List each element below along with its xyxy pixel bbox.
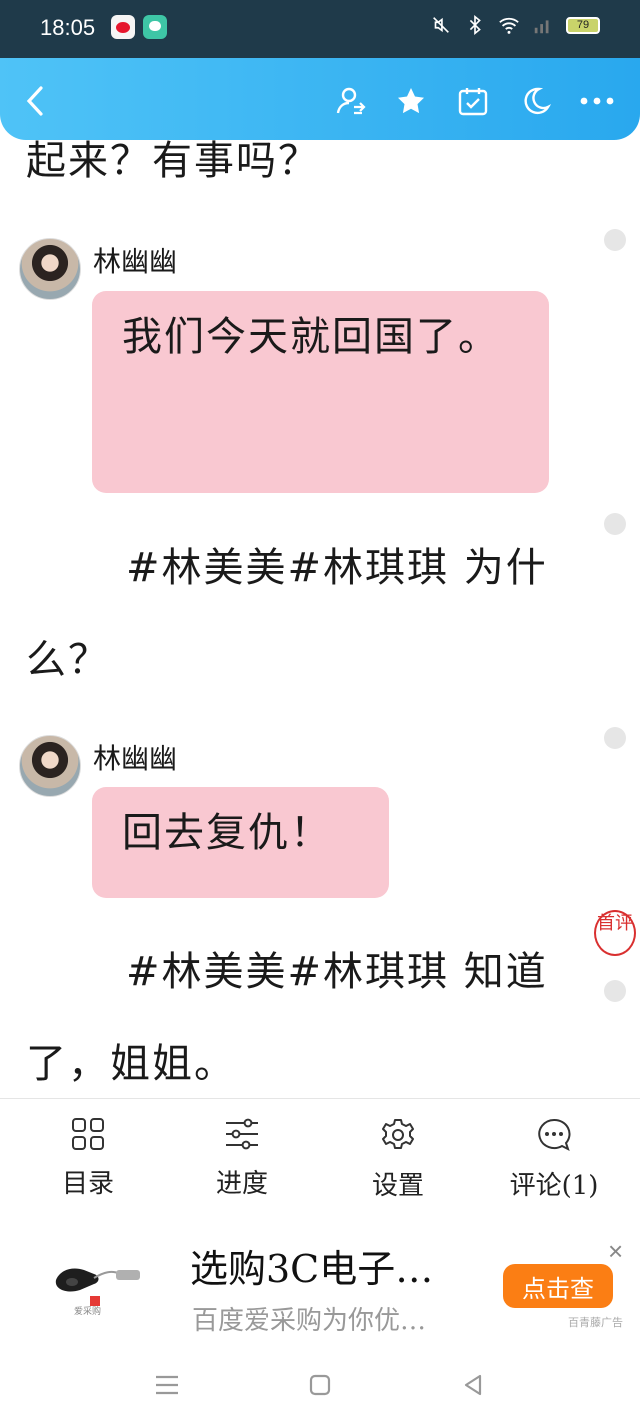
ad-title[interactable]: 选购3C电子…	[190, 1238, 433, 1293]
calendar-check-icon	[458, 88, 488, 116]
night-mode-button[interactable]	[518, 84, 552, 118]
ad-brand-caption: 爱采购	[74, 1306, 102, 1316]
signal-icon	[534, 20, 549, 34]
message-bubble: 我们今天就回国了。	[92, 291, 549, 493]
menu-icon	[156, 1375, 178, 1395]
avatar[interactable]	[19, 735, 81, 797]
moon-icon	[524, 87, 551, 115]
check-in-button[interactable]	[456, 84, 490, 118]
chat-app-icon	[143, 15, 167, 39]
system-navigation-bar	[0, 1348, 640, 1422]
wifi-icon	[499, 17, 519, 34]
ad-banner[interactable]: 爱采购 选购3C电子… 百度爱采购为你优… 点击查 × 百青藤广告	[0, 1218, 640, 1348]
more-icon	[580, 97, 614, 105]
grid-icon	[72, 1118, 104, 1150]
bluetooth-icon	[469, 15, 481, 35]
more-button[interactable]	[580, 84, 614, 118]
paragraph-comment-dot[interactable]	[604, 513, 626, 535]
author-follow-button[interactable]	[334, 84, 368, 118]
paragraph-comment-dot[interactable]	[604, 980, 626, 1002]
weibo-icon	[111, 15, 135, 39]
ad-cta-button[interactable]: 点击查	[503, 1264, 613, 1308]
toolbar-label: 评论(1)	[509, 1171, 599, 1201]
text-line: #林美美#林琪琪 知道了，姐姐。	[26, 949, 548, 1087]
ad-source-label: 百青藤广告	[568, 1316, 623, 1329]
paragraph-comment-dot[interactable]	[604, 229, 626, 251]
first-comment-badge[interactable]: 首评	[594, 910, 636, 956]
toolbar-settings-button[interactable]: 设置	[328, 1117, 468, 1202]
back-icon	[26, 86, 43, 116]
toolbar-catalog-button[interactable]: 目录	[18, 1117, 158, 1200]
battery-indicator: 79	[566, 16, 600, 34]
favorite-button[interactable]	[394, 84, 428, 118]
text-line: #林美美#林琪琪 为什么？	[26, 545, 548, 683]
paragraph-comment-dot[interactable]	[604, 727, 626, 749]
mute-icon	[433, 17, 449, 33]
status-bar: 18:05 79	[0, 0, 640, 58]
reader-toolbar: 目录 进度 设置 评论(1)	[0, 1098, 640, 1218]
toolbar-label: 进度	[215, 1169, 268, 1199]
avatar[interactable]	[19, 238, 81, 300]
status-time: 18:05	[40, 15, 96, 40]
message-bubble: 回去复仇！	[92, 787, 389, 898]
gear-icon	[382, 1119, 414, 1149]
back-nav-button[interactable]	[456, 1368, 490, 1402]
back-button[interactable]	[18, 84, 52, 118]
text-line: 起来？有事吗？	[26, 140, 320, 184]
toolbar-label: 设置	[371, 1171, 424, 1201]
toolbar-label: 目录	[61, 1169, 114, 1199]
sliders-icon	[226, 1118, 258, 1150]
reader-top-bar	[0, 58, 640, 140]
comment-icon	[538, 1118, 571, 1151]
speaker-name: 林幽幽	[93, 742, 178, 775]
speaker-name: 林幽幽	[93, 245, 178, 278]
back-triangle-icon	[464, 1374, 482, 1396]
user-switch-icon	[336, 87, 366, 115]
star-icon	[398, 88, 424, 114]
home-square-icon	[309, 1374, 331, 1396]
home-button[interactable]	[303, 1368, 337, 1402]
toolbar-comments-button[interactable]: 评论(1)	[484, 1117, 624, 1202]
status-indicators: 79	[430, 14, 600, 36]
ad-description: 百度爱采购为你优…	[192, 1306, 427, 1336]
menu-button[interactable]	[150, 1368, 184, 1402]
ad-close-button[interactable]: ×	[608, 1236, 623, 1267]
toolbar-progress-button[interactable]: 进度	[172, 1117, 312, 1200]
reading-content[interactable]: 起来？有事吗？ 林幽幽 我们今天就回国了。 #林美美#林琪琪 为什么？ 林幽幽 …	[0, 140, 640, 1098]
